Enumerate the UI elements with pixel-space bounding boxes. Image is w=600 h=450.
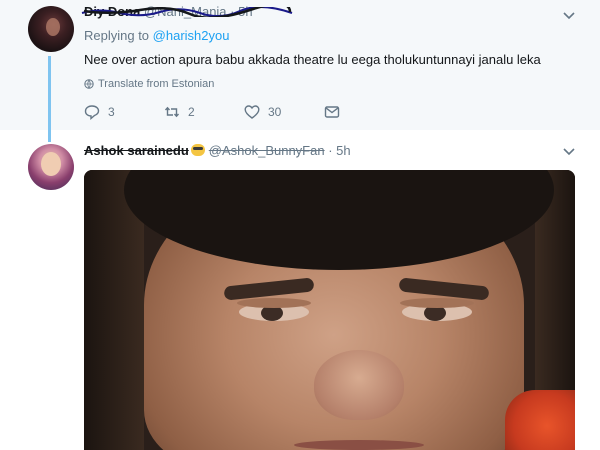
translate-label[interactable]: Translate from Estonian: [98, 78, 214, 90]
heart-icon: [244, 105, 260, 119]
direct-message-button[interactable]: [324, 104, 404, 120]
thread-connector: [48, 56, 51, 142]
like-button[interactable]: 30: [244, 104, 324, 120]
reply-button[interactable]: 3: [84, 104, 164, 120]
envelope-icon: [324, 106, 340, 118]
user-avatar[interactable]: [28, 6, 74, 52]
mention-link[interactable]: @harish2you: [153, 28, 230, 43]
globe-icon: [84, 79, 94, 89]
retweet-count: 2: [188, 105, 195, 119]
display-name[interactable]: Ashok sarainedu: [84, 143, 189, 158]
tweet-header: Ashok sarainedu @Ashok_BunnyFan · 5h: [84, 143, 351, 158]
tweet-actions: 3 2 30: [84, 104, 404, 120]
user-avatar[interactable]: [28, 144, 74, 190]
retweet-button[interactable]: 2: [164, 104, 244, 120]
replying-to: Replying to @harish2you: [84, 28, 229, 43]
translate-link[interactable]: Translate from Estonian: [84, 78, 214, 90]
chevron-down-icon[interactable]: [562, 8, 576, 22]
tweet-text: Nee over action apura babu akkada theatr…: [84, 52, 541, 67]
redaction-scribble: [81, 7, 293, 17]
chevron-down-icon[interactable]: [562, 144, 576, 158]
sunglasses-emoji-icon: [190, 144, 205, 156]
tweet-media-image[interactable]: [84, 170, 575, 450]
retweet-icon: [164, 106, 180, 118]
tweet-time[interactable]: · 5h: [328, 143, 350, 158]
replying-prefix: Replying to: [84, 28, 153, 43]
reply-icon: [84, 105, 100, 120]
reply-count: 3: [108, 105, 115, 119]
parent-tweet[interactable]: Diy Dona @Nani_Mania · 5h Replying to @h…: [0, 0, 600, 130]
like-count: 30: [268, 105, 282, 119]
user-handle[interactable]: @Ashok_BunnyFan: [209, 143, 325, 158]
